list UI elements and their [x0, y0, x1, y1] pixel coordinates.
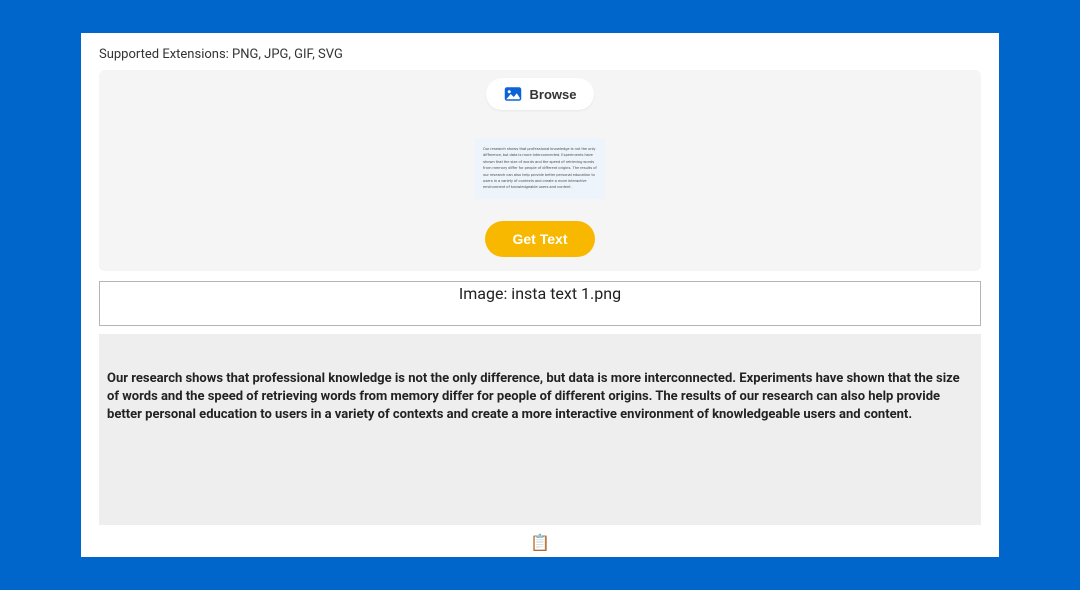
- ocr-tool-card: Supported Extensions: PNG, JPG, GIF, SVG…: [81, 33, 999, 557]
- clipboard-icon: 📋: [530, 535, 550, 552]
- browse-button-label: Browse: [530, 87, 577, 102]
- copy-button[interactable]: 📋: [530, 533, 550, 553]
- image-icon: [504, 86, 522, 102]
- filename-bar: Image: insta text 1.png: [99, 281, 981, 326]
- upload-area: Browse Our research shows that professio…: [99, 70, 981, 271]
- image-preview: Our research shows that professional kno…: [475, 138, 605, 199]
- get-text-button[interactable]: Get Text: [485, 221, 596, 257]
- copy-row: 📋: [99, 525, 981, 557]
- ocr-result-text: Our research shows that professional kno…: [99, 334, 981, 525]
- supported-extensions-label: Supported Extensions: PNG, JPG, GIF, SVG: [99, 47, 981, 62]
- browse-button[interactable]: Browse: [486, 78, 595, 110]
